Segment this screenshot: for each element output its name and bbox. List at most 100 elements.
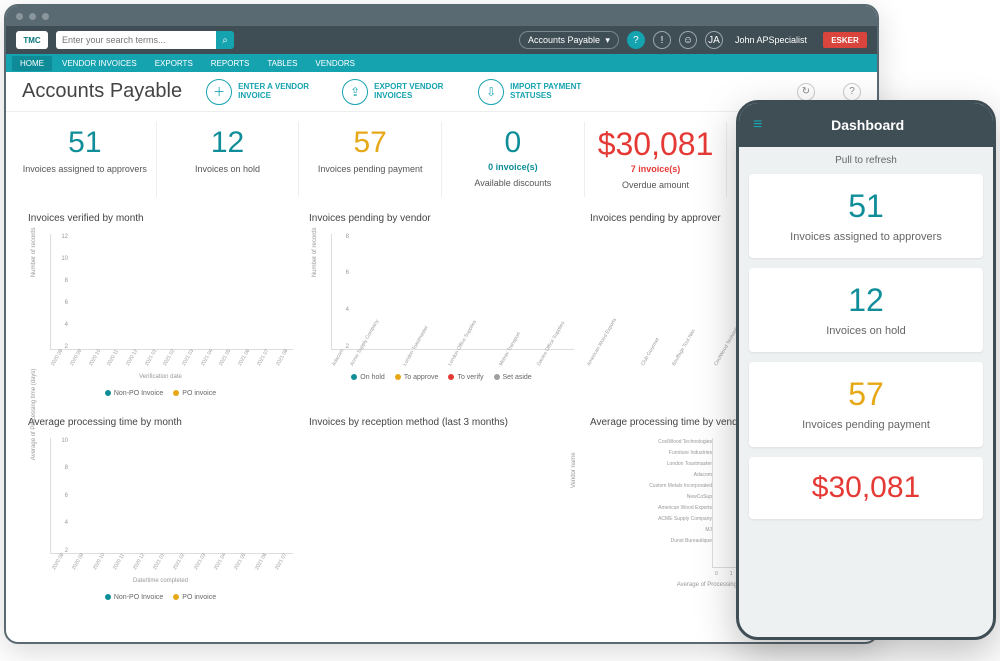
- legend-item: On hold: [351, 374, 385, 381]
- help-icon[interactable]: ?: [627, 31, 645, 49]
- chart-title: Invoices pending by vendor: [309, 213, 574, 224]
- nav-tab-vendors[interactable]: VENDORS: [307, 56, 363, 71]
- page-title: Accounts Payable: [22, 80, 182, 103]
- action-icon: ⇪: [342, 79, 368, 105]
- brand-logo[interactable]: TMC: [16, 31, 48, 49]
- nav-tab-vendor-invoices[interactable]: VENDOR INVOICES: [54, 56, 145, 71]
- mobile-kpi-value: $30,081: [757, 471, 975, 505]
- legend-item: Set aside: [494, 374, 532, 381]
- chart-legend: Non-PO Invoice PO invoice: [28, 390, 293, 397]
- kpi-value: 12: [161, 128, 295, 158]
- kpi-label: Invoices assigned to approvers: [18, 164, 152, 175]
- refresh-button[interactable]: ↻: [797, 83, 815, 101]
- action-export-vendor-invoices[interactable]: ⇪ EXPORT VENDOR INVOICES: [342, 79, 454, 105]
- mobile-kpi-value: 12: [757, 282, 975, 319]
- kpi-value: 0: [446, 128, 580, 158]
- kpi-label: Overdue amount: [589, 180, 723, 191]
- module-selector[interactable]: Accounts Payable ▾: [519, 31, 619, 49]
- action-label: ENTER A VENDOR INVOICE: [238, 83, 318, 101]
- chart-legend: On holdTo approveTo verifySet aside: [309, 374, 574, 381]
- x-axis-ticks: 2020 082020 092020 102020 112020 122021 …: [50, 364, 293, 370]
- legend-item: Non-PO Invoice: [105, 390, 163, 397]
- kpi-card[interactable]: 12 Invoices on hold: [156, 122, 299, 197]
- chart-panel: Average processing time by month Average …: [24, 411, 297, 607]
- nav-tab-reports[interactable]: REPORTS: [203, 56, 258, 71]
- y-axis-label: Vendor name: [571, 452, 577, 488]
- mobile-kpi-label: Invoices on hold: [757, 325, 975, 338]
- mobile-kpi-label: Invoices assigned to approvers: [757, 231, 975, 244]
- x-axis-label: Date/time completed: [28, 578, 293, 584]
- mobile-kpi-value: 57: [757, 376, 975, 413]
- chart-panel: Invoices pending by vendor Number of reco…: [305, 207, 578, 403]
- window-dot: [16, 13, 23, 20]
- mobile-kpi-card[interactable]: $30,081: [749, 457, 983, 519]
- chart-panel: Invoices verified by month Number of reco…: [24, 207, 297, 403]
- x-axis-ticks: 2020 082020 092020 102020 112020 122021 …: [50, 568, 293, 574]
- chart-plot: Number of records8642AdacomAcme Supply C…: [331, 234, 574, 364]
- hamburger-icon[interactable]: ≡: [753, 116, 762, 134]
- kpi-card[interactable]: 57 Invoices pending payment: [298, 122, 441, 197]
- action-icon: ⇩: [478, 79, 504, 105]
- topbar: TMC ⌕ Accounts Payable ▾ ? ! ☺ JA John A…: [6, 26, 877, 54]
- chart-title: Average processing time by month: [28, 417, 293, 428]
- kpi-value: 51: [18, 128, 152, 158]
- mobile-kpi-card[interactable]: 51 Invoices assigned to approvers: [749, 174, 983, 258]
- kpi-link[interactable]: 7 invoice(s): [589, 164, 723, 174]
- page-help-button[interactable]: ?: [843, 83, 861, 101]
- nav-tab-exports[interactable]: EXPORTS: [147, 56, 201, 71]
- chart-title: Invoices by reception method (last 3 mon…: [309, 417, 574, 428]
- kpi-label: Invoices on hold: [161, 164, 295, 175]
- y-axis-label: Number of records: [312, 227, 318, 277]
- chart-legend: Non-PO Invoice PO invoice: [28, 594, 293, 601]
- window-dot: [29, 13, 36, 20]
- nav-tab-tables[interactable]: TABLES: [259, 56, 305, 71]
- user-avatar[interactable]: JA: [705, 31, 723, 49]
- mobile-header: ≡ Dashboard: [739, 103, 993, 147]
- action-label: IMPORT PAYMENT STATUSES: [510, 83, 590, 101]
- search-icon: ⌕: [222, 35, 228, 46]
- pull-to-refresh-label: Pull to refresh: [739, 147, 993, 174]
- mobile-preview: ≡ Dashboard Pull to refresh 51 Invoices a…: [736, 100, 996, 640]
- y-axis-label: Average of Processing time (days): [31, 368, 37, 460]
- kpi-link[interactable]: 0 invoice(s): [446, 162, 580, 172]
- nav-tab-home[interactable]: HOME: [12, 56, 52, 71]
- window-titlebar: [6, 6, 877, 26]
- action-enter-a-vendor-invoice[interactable]: ＋ENTER A VENDOR INVOICE: [206, 79, 318, 105]
- x-axis-label: Verification date: [28, 374, 293, 380]
- search-input[interactable]: [56, 31, 216, 49]
- kpi-card[interactable]: $30,081 7 invoice(s) Overdue amount: [584, 122, 727, 197]
- mobile-kpi-card[interactable]: 12 Invoices on hold: [749, 268, 983, 352]
- mobile-kpi-value: 51: [757, 188, 975, 225]
- kpi-card[interactable]: 0 0 invoice(s) Available discounts: [441, 122, 584, 197]
- legend-item: PO invoice: [173, 594, 216, 601]
- chart-plot: Average of Processing time (days)1086422…: [50, 438, 293, 568]
- search-button[interactable]: ⌕: [216, 31, 234, 49]
- mobile-kpi-card[interactable]: 57Invoices pending payment: [749, 362, 983, 446]
- y-axis-label: Number of records: [31, 227, 37, 277]
- kpi-label: Invoices pending payment: [303, 164, 437, 175]
- search-wrap: ⌕: [56, 31, 234, 49]
- action-label: EXPORT VENDOR INVOICES: [374, 83, 454, 101]
- window-dot: [42, 13, 49, 20]
- profile-icon[interactable]: ☺: [679, 31, 697, 49]
- legend-item: PO invoice: [173, 390, 216, 397]
- vendor-badge: ESKER: [823, 32, 867, 48]
- kpi-value: 57: [303, 128, 437, 158]
- y-axis-categories: CoolWood TechnologiesFurniture Industrie…: [602, 438, 712, 568]
- chart-panel: Invoices by reception method (last 3 mon…: [305, 411, 578, 607]
- chevron-down-icon: ▾: [605, 35, 610, 46]
- legend-item: Non-PO Invoice: [105, 594, 163, 601]
- x-axis-ticks: AdacomAcme Supply CompanyLondon Toastmas…: [331, 364, 574, 370]
- mobile-title: Dashboard: [776, 117, 959, 133]
- user-name: John APSpecialist: [735, 35, 807, 45]
- kpi-card[interactable]: 51 Invoices assigned to approvers: [14, 122, 156, 197]
- notifications-icon[interactable]: !: [653, 31, 671, 49]
- action-import-payment-statuses[interactable]: ⇩ IMPORT PAYMENT STATUSES: [478, 79, 590, 105]
- module-selector-label: Accounts Payable: [528, 35, 600, 45]
- primary-nav: HOMEVENDOR INVOICESEXPORTSREPORTSTABLESV…: [6, 54, 877, 72]
- chart-title: Invoices verified by month: [28, 213, 293, 224]
- chart-plot: Number of records121086422020 082020 092…: [50, 234, 293, 364]
- kpi-label: Available discounts: [446, 178, 580, 189]
- kpi-value: $30,081: [589, 128, 723, 160]
- legend-item: To verify: [448, 374, 483, 381]
